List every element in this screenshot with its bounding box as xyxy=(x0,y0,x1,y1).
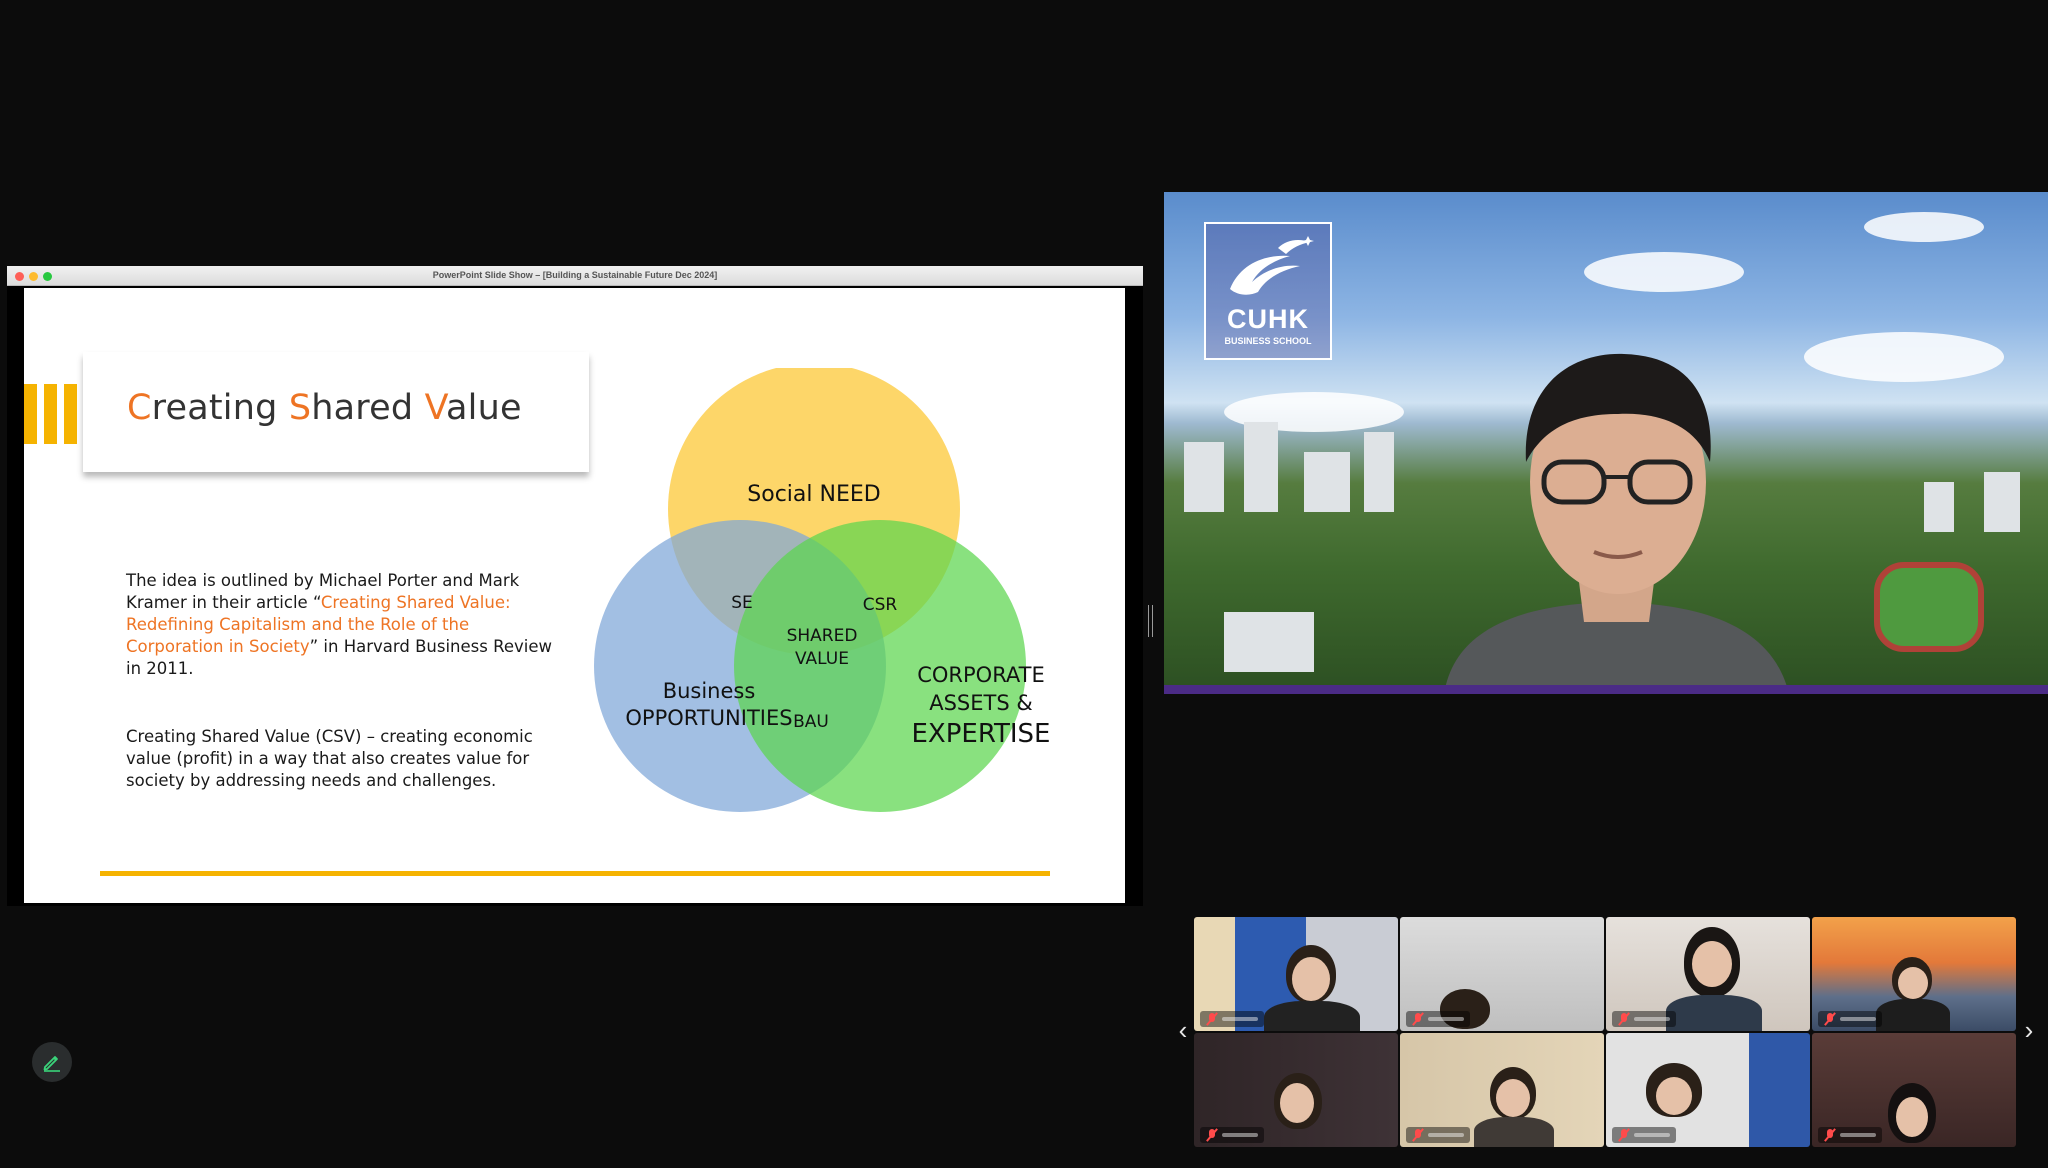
participant-mic-status xyxy=(1818,1127,1882,1143)
venn-label-business-1: Business xyxy=(663,679,756,703)
participant-tile[interactable] xyxy=(1606,917,1810,1031)
mic-off-icon xyxy=(1824,1129,1836,1141)
venn-label-corporate-1: CORPORATE xyxy=(917,663,1045,687)
venn-label-social-need: Social NEED xyxy=(747,482,880,507)
gallery-next-button[interactable]: › xyxy=(2020,1015,2038,1045)
mic-off-icon xyxy=(1618,1013,1630,1025)
slide-decor-stripes xyxy=(24,384,84,444)
cuhk-logo-subtitle: BUSINESS SCHOOL xyxy=(1224,336,1312,346)
venn-label-value: VALUE xyxy=(795,649,849,669)
speaker-person xyxy=(1444,353,1789,694)
participant-mic-status xyxy=(1406,1011,1470,1027)
venn-label-csr: CSR xyxy=(863,595,898,615)
participant-tile[interactable] xyxy=(1400,917,1604,1031)
venn-label-se: SE xyxy=(731,593,753,613)
annotate-button[interactable] xyxy=(32,1042,72,1082)
participant-mic-status xyxy=(1818,1011,1882,1027)
participant-mic-status xyxy=(1200,1127,1264,1143)
venn-diagram: Social NEED Business OPPORTUNITIES CORPO… xyxy=(587,368,1125,868)
shared-screen-window: PowerPoint Slide Show – [Building a Sust… xyxy=(7,266,1143,906)
slide-title-card: Creating Shared Value xyxy=(83,352,589,472)
participant-mic-status xyxy=(1612,1011,1676,1027)
participant-gallery xyxy=(1194,917,2018,1147)
mic-off-icon xyxy=(1824,1013,1836,1025)
participant-tile[interactable] xyxy=(1812,917,2016,1031)
pencil-icon xyxy=(43,1056,60,1072)
cuhk-bird-logo-icon xyxy=(1230,236,1314,295)
mic-off-icon xyxy=(1206,1129,1218,1141)
participant-tile[interactable] xyxy=(1194,1033,1398,1147)
participant-tile[interactable] xyxy=(1812,1033,2016,1147)
venn-label-shared: SHARED xyxy=(787,626,858,646)
cuhk-logo-name: CUHK xyxy=(1227,304,1309,334)
participant-tile[interactable] xyxy=(1606,1033,1810,1147)
venn-label-bau: BAU xyxy=(793,712,829,732)
slide-title: Creating Shared Value xyxy=(127,388,522,428)
gallery-prev-button[interactable]: ‹ xyxy=(1174,1015,1192,1045)
participant-mic-status xyxy=(1200,1011,1264,1027)
participant-mic-status xyxy=(1612,1127,1676,1143)
mic-off-icon xyxy=(1618,1129,1630,1141)
window-title: PowerPoint Slide Show – [Building a Sust… xyxy=(432,270,718,280)
cuhk-logo: CUHK BUSINESS SCHOOL xyxy=(1204,222,1332,360)
layout-splitter-handle[interactable] xyxy=(1148,605,1153,637)
slide-paragraph-csv-definition: Creating Shared Value (CSV) – creating e… xyxy=(126,727,533,790)
speaker-video-tile[interactable]: CUHK BUSINESS SCHOOL xyxy=(1164,192,2048,694)
venn-label-corporate-2: ASSETS & xyxy=(929,691,1033,715)
mic-off-icon xyxy=(1412,1129,1424,1141)
mic-off-icon xyxy=(1206,1013,1218,1025)
slide: Creating Shared Value The idea is outlin… xyxy=(24,288,1125,903)
participant-tile[interactable] xyxy=(1194,917,1398,1031)
participant-mic-status xyxy=(1406,1127,1470,1143)
venn-label-business-2: OPPORTUNITIES xyxy=(625,706,792,730)
participant-tile[interactable] xyxy=(1400,1033,1604,1147)
venn-label-corporate-3: EXPERTISE xyxy=(911,719,1050,749)
slide-bottom-rule xyxy=(100,871,1050,876)
slide-paragraph-porter-kramer: The idea is outlined by Michael Porter a… xyxy=(126,571,552,678)
mic-off-icon xyxy=(1412,1013,1424,1025)
window-titlebar: PowerPoint Slide Show – [Building a Sust… xyxy=(7,266,1143,286)
brand-purple-bar xyxy=(1164,685,2048,694)
